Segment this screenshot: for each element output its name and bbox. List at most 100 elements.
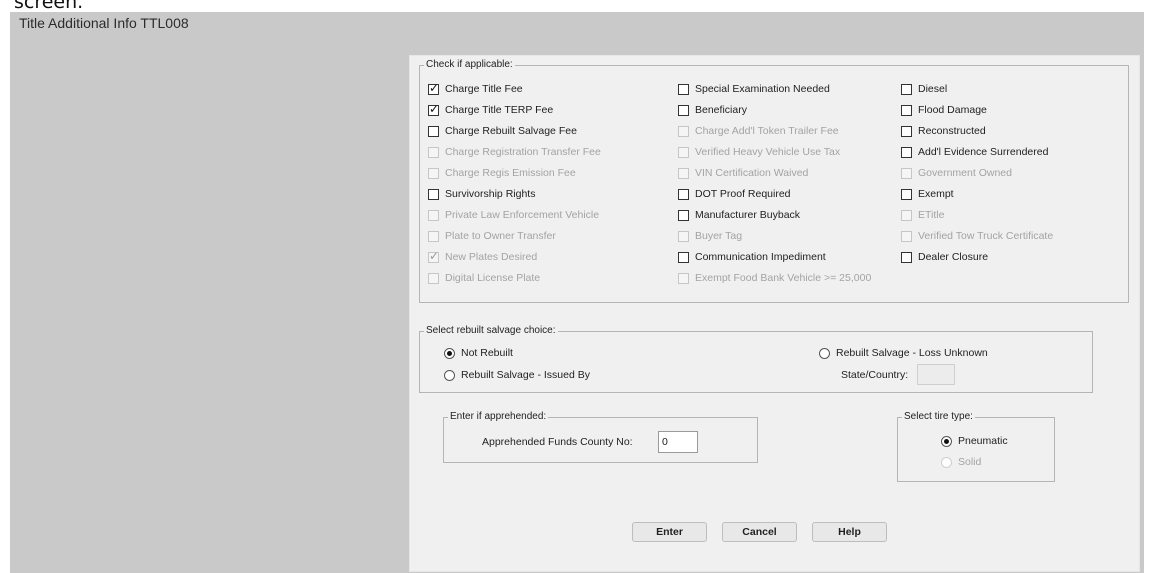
exempt-checkbox[interactable]: Exempt: [901, 186, 954, 202]
vin-certification-waived-checkbox[interactable]: VIN Certification Waived: [678, 165, 808, 181]
special-examination-needed-checkbox[interactable]: Special Examination Needed: [678, 81, 830, 97]
checkbox-box: [901, 167, 912, 179]
checkbox-box: [678, 272, 689, 284]
checkbox-label: Reconstructed: [918, 125, 986, 137]
checkbox-label: Plate to Owner Transfer: [445, 230, 556, 242]
checkbox-label: Dealer Closure: [918, 251, 989, 263]
reconstructed-checkbox[interactable]: Reconstructed: [901, 123, 986, 139]
state-country-label: State/Country:: [841, 369, 909, 381]
radio-label: Rebuilt Salvage - Issued By: [461, 369, 590, 381]
communication-impediment-checkbox[interactable]: Communication Impediment: [678, 249, 826, 265]
charge-regis-emission-fee-checkbox[interactable]: Charge Regis Emission Fee: [428, 165, 576, 181]
checkbox-label: Diesel: [918, 83, 948, 95]
checkbox-label: Buyer Tag: [695, 230, 743, 242]
etitle-checkbox[interactable]: ETitle: [901, 207, 944, 223]
checkbox-box: ✓: [428, 81, 439, 95]
checkbox-label: Verified Heavy Vehicle Use Tax: [695, 146, 841, 158]
checkbox-box: [428, 146, 439, 158]
radio-label: Not Rebuilt: [461, 347, 513, 359]
charge-title-fee-checkbox[interactable]: ✓ Charge Title Fee: [428, 81, 523, 97]
private-law-enforcement-vehicle-checkbox[interactable]: Private Law Enforcement Vehicle: [428, 207, 599, 223]
checkbox-label: Charge Title Fee: [445, 83, 523, 95]
beneficiary-checkbox[interactable]: Beneficiary: [678, 102, 747, 118]
cancel-button[interactable]: Cancel: [722, 522, 797, 542]
plate-to-owner-transfer-checkbox[interactable]: Plate to Owner Transfer: [428, 228, 556, 244]
radio-dot-icon: [447, 350, 452, 356]
checkbox-label: Exempt Food Bank Vehicle >= 25,000: [695, 272, 872, 284]
buyer-tag-checkbox[interactable]: Buyer Tag: [678, 228, 742, 244]
check-mark-icon: ✓: [429, 101, 440, 116]
tire-type-legend: Select tire type:: [902, 411, 975, 422]
checkbox-label: Survivorship Rights: [445, 188, 536, 200]
apprehended-group: Enter if apprehended: Apprehended Funds …: [443, 411, 758, 463]
survivorship-rights-checkbox[interactable]: Survivorship Rights: [428, 186, 535, 202]
checkbox-box: [678, 125, 689, 137]
radio-label: Rebuilt Salvage - Loss Unknown: [836, 347, 988, 359]
radio-dot-icon: [944, 438, 949, 444]
verified-tow-truck-certificate-checkbox[interactable]: Verified Tow Truck Certificate: [901, 228, 1053, 244]
dot-proof-required-checkbox[interactable]: DOT Proof Required: [678, 186, 791, 202]
checkbox-box: [678, 146, 689, 158]
checkbox-label: Charge Rebuilt Salvage Fee: [445, 125, 577, 137]
checkbox-label: ETitle: [918, 209, 945, 221]
checkbox-label: Government Owned: [918, 167, 1012, 179]
tire-type-group: Select tire type: Pneumatic Solid: [897, 411, 1055, 482]
charge-rebuilt-salvage-fee-checkbox[interactable]: Charge Rebuilt Salvage Fee: [428, 123, 577, 139]
checkbox-box: [428, 209, 439, 221]
checkbox-label: Charge Title TERP Fee: [445, 104, 554, 116]
checkbox-label: Beneficiary: [695, 104, 747, 116]
help-button[interactable]: Help: [812, 522, 887, 542]
diesel-checkbox[interactable]: Diesel: [901, 81, 947, 97]
new-plates-desired-checkbox[interactable]: ✓ New Plates Desired: [428, 249, 537, 265]
salvage-choice-group: Select rebuilt salvage choice: Not Rebui…: [419, 325, 1093, 393]
state-country-input[interactable]: [917, 364, 955, 385]
checkbox-box: [678, 251, 689, 263]
radio-circle: [444, 369, 455, 381]
radio-label: Pneumatic: [958, 435, 1008, 447]
enter-button[interactable]: Enter: [632, 522, 707, 542]
checkbox-box: [428, 230, 439, 242]
checkbox-box: [901, 188, 912, 200]
radio-circle: [941, 456, 952, 468]
verified-heavy-vehicle-use-tax-checkbox[interactable]: Verified Heavy Vehicle Use Tax: [678, 144, 840, 160]
government-owned-checkbox[interactable]: Government Owned: [901, 165, 1012, 181]
checkbox-box: [428, 125, 439, 137]
checkbox-label: New Plates Desired: [445, 251, 538, 263]
pneumatic-radio[interactable]: Pneumatic: [941, 433, 1008, 449]
checkbox-box: [678, 209, 689, 221]
addl-evidence-surrendered-checkbox[interactable]: Add'l Evidence Surrendered: [901, 144, 1048, 160]
applicable-group: Check if applicable: ✓ Charge Title Fee …: [419, 59, 1129, 303]
flood-damage-checkbox[interactable]: Flood Damage: [901, 102, 987, 118]
page-header-text: screen.: [14, 0, 84, 12]
rebuilt-salvage-issued-by-radio[interactable]: Rebuilt Salvage - Issued By: [444, 367, 590, 383]
page-header-fragment: screen.: [0, 0, 1160, 12]
exempt-food-bank-vehicle-checkbox[interactable]: Exempt Food Bank Vehicle >= 25,000: [678, 270, 871, 286]
checkbox-label: Verified Tow Truck Certificate: [918, 230, 1054, 242]
checkbox-box: [901, 209, 912, 221]
salvage-legend: Select rebuilt salvage choice:: [424, 325, 558, 336]
checkbox-box: [901, 146, 912, 158]
checkbox-label: Private Law Enforcement Vehicle: [445, 209, 600, 221]
checkbox-label: Digital License Plate: [445, 272, 541, 284]
rebuilt-salvage-loss-unknown-radio[interactable]: Rebuilt Salvage - Loss Unknown: [819, 345, 988, 361]
digital-license-plate-checkbox[interactable]: Digital License Plate: [428, 270, 540, 286]
checkbox-label: Charge Add'l Token Trailer Fee: [695, 125, 839, 137]
radio-circle: [819, 347, 830, 359]
charge-addl-token-trailer-fee-checkbox[interactable]: Charge Add'l Token Trailer Fee: [678, 123, 839, 139]
dealer-closure-checkbox[interactable]: Dealer Closure: [901, 249, 988, 265]
solid-radio[interactable]: Solid: [941, 454, 981, 470]
checkbox-label: VIN Certification Waived: [695, 167, 809, 179]
manufacturer-buyback-checkbox[interactable]: Manufacturer Buyback: [678, 207, 800, 223]
charge-registration-transfer-fee-checkbox[interactable]: Charge Registration Transfer Fee: [428, 144, 601, 160]
checkbox-box: [428, 188, 439, 200]
checkbox-box: [428, 272, 439, 284]
not-rebuilt-radio[interactable]: Not Rebuilt: [444, 345, 513, 361]
charge-title-terp-fee-checkbox[interactable]: ✓ Charge Title TERP Fee: [428, 102, 553, 118]
checkbox-box: [901, 83, 912, 95]
checkbox-box: [678, 83, 689, 95]
checkbox-label: Flood Damage: [918, 104, 987, 116]
checkbox-label: Special Examination Needed: [695, 83, 830, 95]
apprehended-funds-county-input[interactable]: 0: [658, 431, 698, 453]
checkbox-box: ✓: [428, 249, 439, 263]
checkbox-box: [678, 230, 689, 242]
